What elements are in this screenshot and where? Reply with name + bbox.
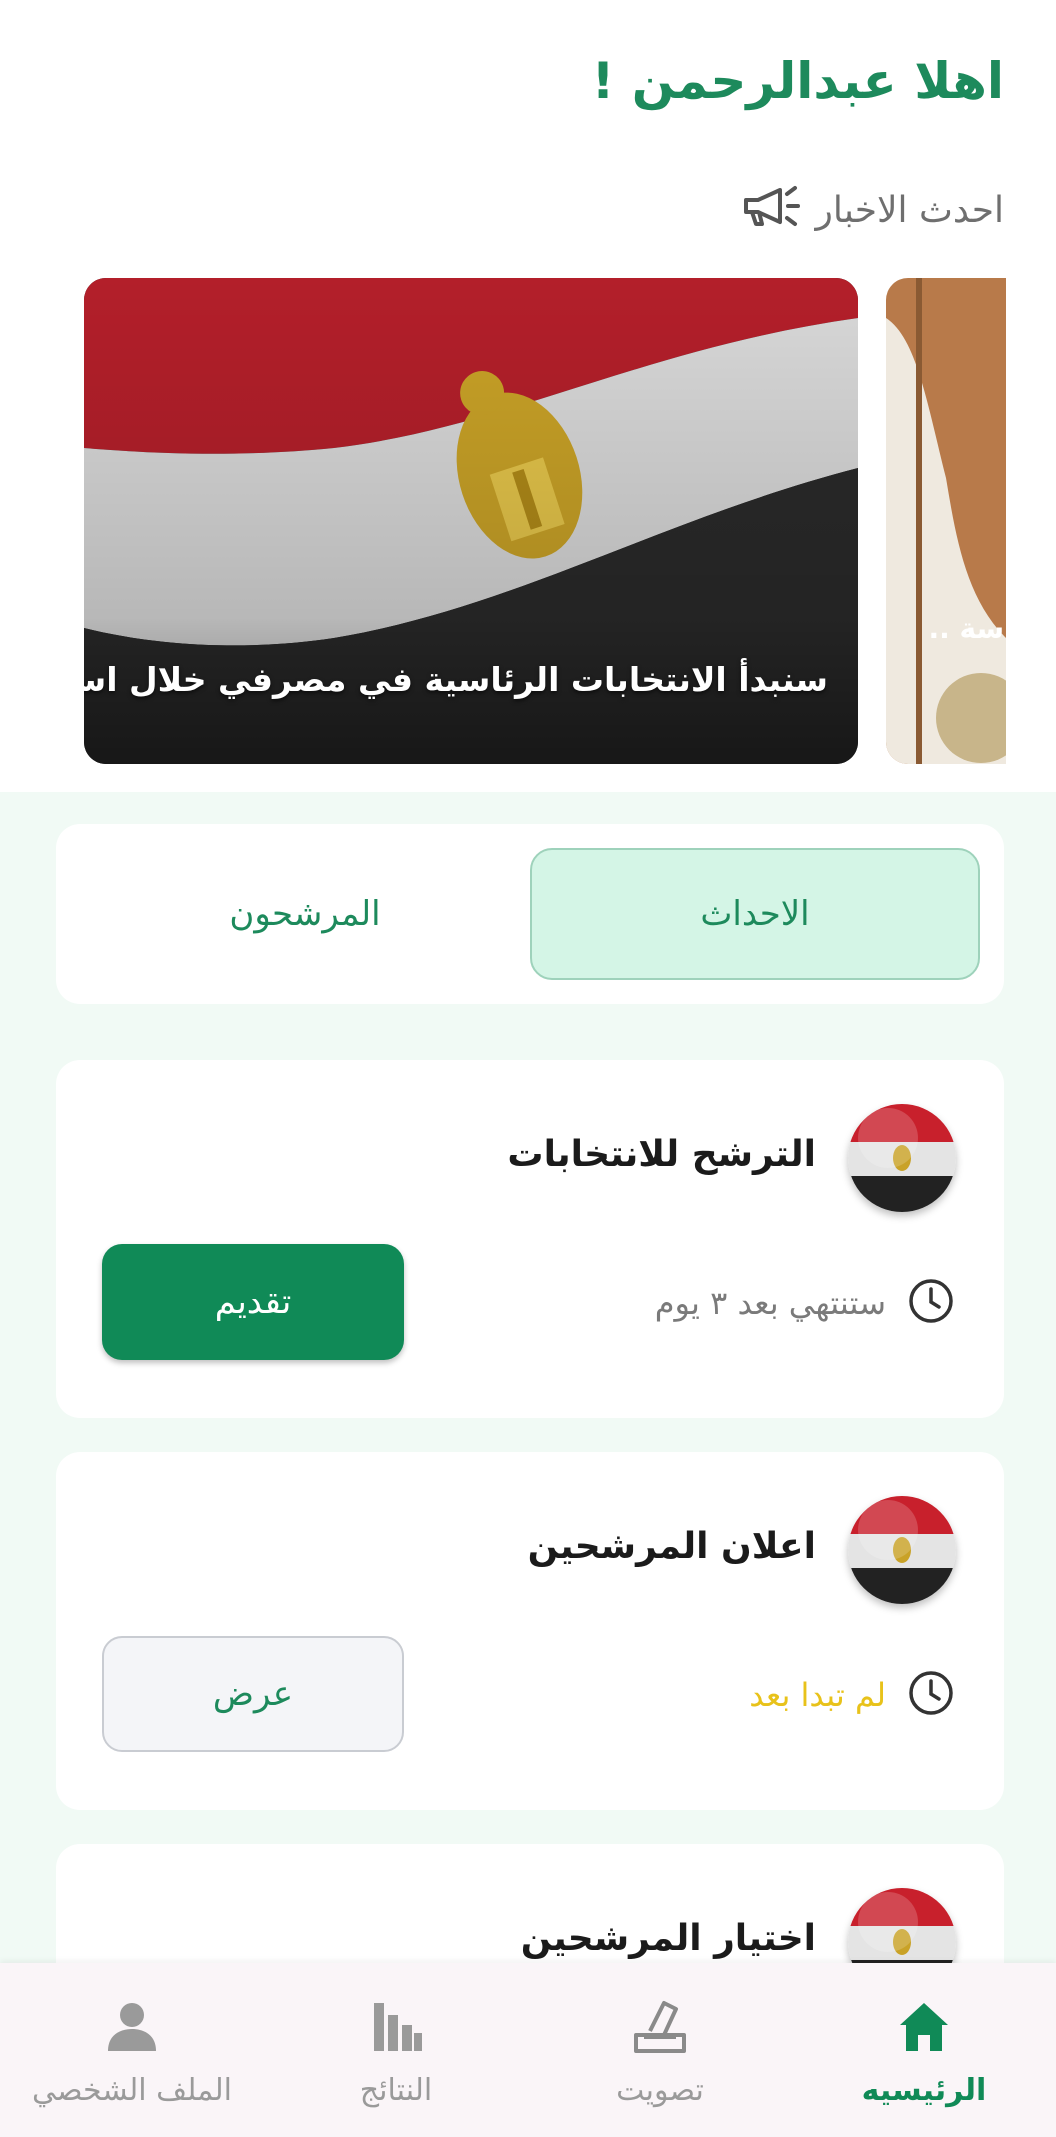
nav-item-results[interactable]: النتائج	[264, 1963, 528, 2137]
event-title: اعلان المرشحين	[527, 1526, 816, 1567]
news-card-next[interactable]: سة ..	[886, 278, 1006, 764]
nav-label-vote: تصويت	[616, 2073, 704, 2108]
news-carousel[interactable]: سنبدأ الانتخابات الرئاسية في مصرفي خلال …	[0, 278, 1056, 764]
event-title: اختيار المرشحين	[520, 1918, 816, 1959]
tab-bar: الاحداث المرشحون	[56, 824, 1004, 1004]
news-caption: سنبدأ الانتخابات الرئاسية في مصرفي خلال …	[84, 660, 828, 699]
nav-label-profile: الملف الشخصي	[32, 2073, 232, 2108]
nav-item-profile[interactable]: الملف الشخصي	[0, 1963, 264, 2137]
news-caption-next: سة ..	[928, 612, 1004, 645]
news-heading-label: احدث الاخبار	[815, 190, 1005, 231]
event-status: لم تبدا بعد	[749, 1668, 956, 1722]
view-button[interactable]: عرض	[102, 1636, 404, 1752]
clock-icon	[906, 1668, 956, 1722]
egypt-flag-avatar	[848, 1104, 956, 1212]
news-card[interactable]: سنبدأ الانتخابات الرئاسية في مصرفي خلال …	[84, 278, 858, 764]
tab-candidates[interactable]: المرشحون	[80, 848, 530, 980]
event-card: الترشح للانتخابات ستنتهي بعد ٣ يوم تقديم	[56, 1060, 1004, 1418]
nav-label-results: النتائج	[359, 2073, 433, 2108]
tab-events[interactable]: الاحداث	[530, 848, 980, 980]
greeting-title: اهلا عبدالرحمن !	[591, 52, 1004, 110]
bottom-nav: الرئيسيه تصويت النتائج الملف الشخصي	[0, 1963, 1056, 2137]
nav-item-vote[interactable]: تصويت	[528, 1963, 792, 2137]
nav-item-home[interactable]: الرئيسيه	[792, 1963, 1056, 2137]
apply-button[interactable]: تقديم	[102, 1244, 404, 1360]
event-card: اعلان المرشحين لم تبدا بعد عرض	[56, 1452, 1004, 1810]
emblem-image	[886, 278, 1006, 764]
events-section: الاحداث المرشحون الترشح للانتخابات ستنته…	[0, 792, 1056, 2137]
megaphone-icon	[736, 178, 802, 243]
event-status: ستنتهي بعد ٣ يوم	[655, 1276, 956, 1330]
nav-label-home: الرئيسيه	[861, 2073, 987, 2108]
event-status-text: لم تبدا بعد	[749, 1676, 886, 1714]
home-icon	[900, 2003, 948, 2051]
news-heading: احدث الاخبار	[736, 178, 1005, 243]
results-icon	[374, 2003, 422, 2051]
event-status-text: ستنتهي بعد ٣ يوم	[654, 1284, 886, 1322]
vote-icon	[634, 2001, 686, 2053]
clock-icon	[906, 1276, 956, 1330]
egypt-flag-avatar	[848, 1496, 956, 1604]
event-title: الترشح للانتخابات	[507, 1134, 816, 1175]
profile-icon	[108, 2003, 156, 2051]
